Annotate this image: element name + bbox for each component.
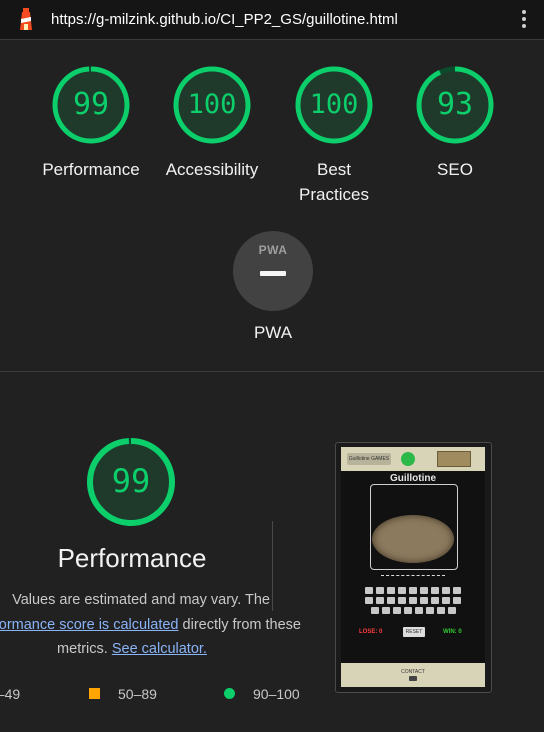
score-calculated-link[interactable]: performance score is calculated — [0, 617, 179, 633]
vertical-divider — [272, 521, 273, 611]
lighthouse-icon — [20, 8, 32, 30]
thumb-game-title: Guillotine — [389, 473, 437, 484]
label-performance: Performance — [42, 160, 140, 179]
legend-average: 50–89 — [118, 686, 157, 702]
gauge-accessibility[interactable]: 100 — [172, 65, 252, 145]
thumb-keyboard — [360, 587, 466, 617]
kebab-menu-icon[interactable] — [520, 10, 528, 30]
thumb-lose-count: LOSE: 0 — [359, 629, 383, 635]
gauge-best-practices[interactable]: 100 — [294, 65, 374, 145]
score-best-practices: 100 — [309, 89, 359, 120]
gauge-performance-large: 99 — [86, 437, 176, 527]
perf-desc-line3: metrics. See calculator. — [0, 641, 264, 657]
thumb-mail-icon — [409, 676, 417, 681]
legend-pass: 90–100 — [253, 686, 300, 702]
thumb-reset-button: RESET — [403, 627, 425, 637]
score-seo: 93 — [436, 87, 474, 122]
see-calculator-link[interactable]: See calculator. — [112, 641, 207, 657]
legend-average-square-icon — [89, 688, 100, 699]
label-seo: SEO — [437, 160, 473, 179]
performance-title: Performance — [57, 543, 207, 573]
final-screenshot: Guillotine GAMES Guillotine LOSE: 0 RESE… — [341, 447, 485, 687]
thumb-win-count: WIN: 0 — [443, 629, 462, 635]
thumb-logo-icon — [401, 452, 415, 466]
label-pwa: PWA — [253, 323, 293, 342]
thumb-guillotine-icon — [437, 451, 471, 467]
thumb-header: Guillotine GAMES — [341, 447, 485, 471]
score-accessibility: 100 — [187, 89, 237, 120]
gauge-performance[interactable]: 99 — [51, 65, 131, 145]
score-performance: 99 — [72, 87, 110, 122]
thumb-word-blanks — [381, 575, 445, 578]
address-bar: https://g-milzink.github.io/CI_PP2_GS/gu… — [0, 0, 544, 40]
thumb-basket-image — [372, 515, 454, 563]
perf-desc-line2: performance score is calculated directly… — [0, 617, 301, 633]
legend-pass-circle-icon — [224, 688, 235, 699]
perf-desc-text2: directly from these — [178, 617, 301, 633]
thumb-logo-text: Guillotine GAMES — [347, 453, 391, 465]
perf-desc-text1: Values are estimated and may vary. The — [12, 592, 270, 608]
pwa-badge[interactable]: PWA — [233, 231, 313, 311]
perf-desc-line1: Values are estimated and may vary. The — [0, 592, 270, 608]
pwa-dash-icon — [260, 271, 286, 276]
thumb-footer: CONTACT — [341, 663, 485, 687]
perf-desc-text3: metrics. — [57, 641, 112, 657]
section-divider — [0, 371, 544, 372]
score-performance-large: 99 — [111, 462, 151, 500]
label-accessibility: Accessibility — [165, 160, 259, 179]
pwa-badge-text: PWA — [258, 243, 288, 257]
gauge-seo[interactable]: 93 — [415, 65, 495, 145]
legend-fail: 0–49 — [0, 686, 21, 702]
page-url[interactable]: https://g-milzink.github.io/CI_PP2_GS/gu… — [51, 11, 398, 28]
label-best-practices: Best Practices — [299, 160, 369, 204]
thumb-contact-label: CONTACT — [401, 669, 425, 675]
